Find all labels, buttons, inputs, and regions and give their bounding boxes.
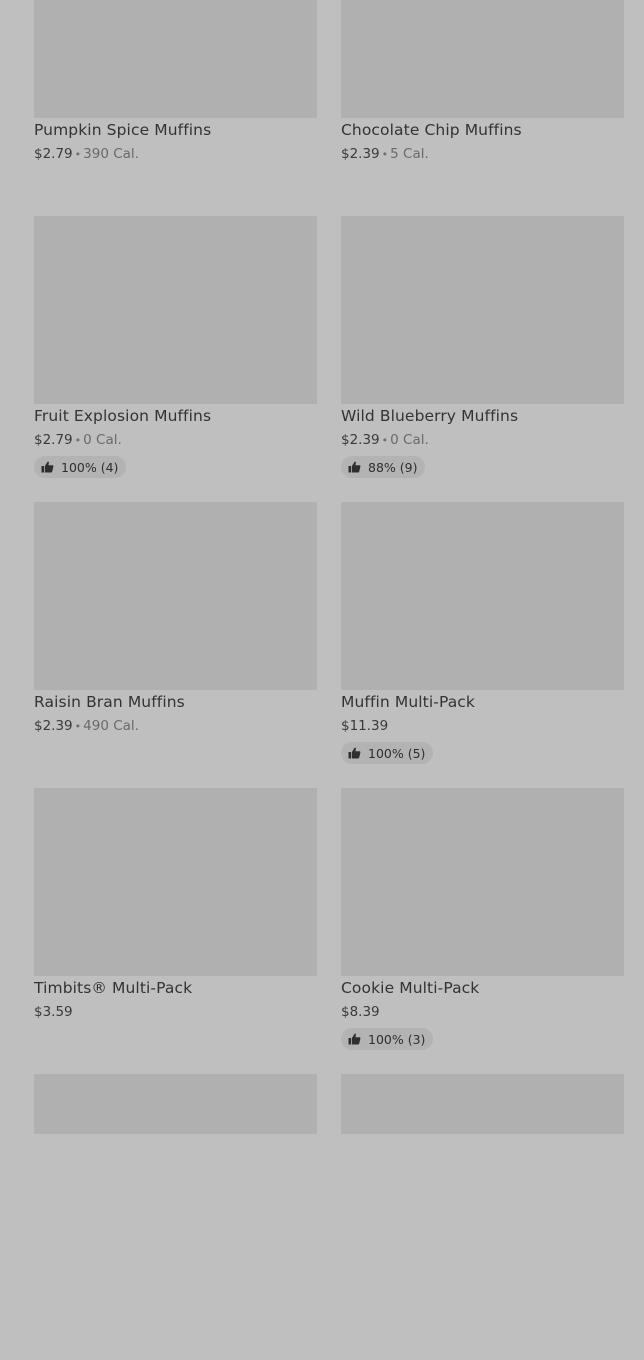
product-card[interactable]: [34, 1074, 317, 1360]
product-name[interactable]: Raisin Bran Muffins: [34, 693, 185, 711]
product-image[interactable]: [34, 0, 317, 118]
product-name[interactable]: Muffin Multi-Pack: [341, 693, 475, 711]
product-calories: 0 Cal.: [390, 432, 429, 448]
product-image[interactable]: [341, 0, 624, 118]
meta-separator: •: [74, 720, 82, 733]
rating-text: 100% (5): [368, 745, 426, 761]
product-price: $2.39: [34, 718, 73, 734]
product-name[interactable]: Chocolate Chip Muffins: [341, 121, 522, 139]
product-meta: $2.79 • 390 Cal.: [34, 146, 139, 162]
product-image[interactable]: [34, 216, 317, 404]
product-calories: 5 Cal.: [390, 146, 429, 162]
product-image[interactable]: [341, 502, 624, 690]
product-card[interactable]: Muffin Multi-Pack $11.39 100% (5): [341, 502, 624, 788]
product-card[interactable]: Wild Blueberry Muffins $2.39 • 0 Cal. 88% (9…: [341, 216, 624, 502]
meta-separator: •: [381, 434, 389, 447]
rating-badge: 100% (4): [34, 456, 127, 478]
product-calories: 0 Cal.: [83, 432, 122, 448]
product-meta: $11.39: [341, 718, 388, 734]
product-price: $8.39: [341, 1004, 380, 1020]
product-name[interactable]: Timbits® Multi-Pack: [34, 979, 192, 997]
meta-separator: •: [74, 148, 82, 161]
product-name[interactable]: Cookie Multi-Pack: [341, 979, 479, 997]
rating-badge: 100% (3): [341, 1028, 434, 1050]
product-price: $2.39: [341, 432, 380, 448]
product-card[interactable]: Cookie Multi-Pack $8.39 100% (3): [341, 788, 624, 1074]
product-name[interactable]: Wild Blueberry Muffins: [341, 407, 518, 425]
product-card[interactable]: Raisin Bran Muffins $2.39 • 490 Cal.: [34, 502, 317, 788]
product-card[interactable]: Fruit Explosion Muffins $2.79 • 0 Cal. 100% …: [34, 216, 317, 502]
product-image[interactable]: [34, 502, 317, 690]
product-image[interactable]: [34, 788, 317, 976]
product-meta: $2.79 • 0 Cal.: [34, 432, 122, 448]
product-meta: $2.39 • 490 Cal.: [34, 718, 139, 734]
product-card[interactable]: Pumpkin Spice Muffins $2.79 • 390 Cal.: [34, 0, 317, 216]
rating-text: 100% (3): [368, 1031, 426, 1047]
product-meta: $2.39 • 5 Cal.: [341, 146, 429, 162]
product-image[interactable]: [341, 1074, 624, 1134]
product-calories: 390 Cal.: [83, 146, 139, 162]
product-name[interactable]: Pumpkin Spice Muffins: [34, 121, 211, 139]
product-price: $2.79: [34, 432, 73, 448]
product-meta: $2.39 • 0 Cal.: [341, 432, 429, 448]
rating-text: 88% (9): [368, 459, 418, 475]
rating-text: 100% (4): [61, 459, 119, 475]
product-image[interactable]: [341, 216, 624, 404]
product-price: $11.39: [341, 718, 389, 734]
product-grid: Pumpkin Spice Muffins $2.79 • 390 Cal. Choco…: [34, 0, 624, 1360]
product-meta: $8.39: [341, 1004, 380, 1020]
product-card[interactable]: Timbits® Multi-Pack $3.59: [34, 788, 317, 1074]
product-calories: 490 Cal.: [83, 718, 139, 734]
thumbs-up-icon: [348, 461, 361, 473]
product-card[interactable]: Chocolate Chip Muffins $2.39 • 5 Cal.: [341, 0, 624, 216]
rating-badge: 100% (5): [341, 742, 434, 764]
meta-separator: •: [381, 148, 389, 161]
product-name[interactable]: Fruit Explosion Muffins: [34, 407, 211, 425]
product-image[interactable]: [34, 1074, 317, 1134]
thumbs-up-icon: [41, 461, 54, 473]
product-price: $2.39: [341, 146, 380, 162]
rating-badge: 88% (9): [341, 456, 426, 478]
product-meta: $3.59: [34, 1004, 73, 1020]
product-image[interactable]: [341, 788, 624, 976]
thumbs-up-icon: [348, 747, 361, 759]
thumbs-up-icon: [348, 1033, 361, 1045]
meta-separator: •: [74, 434, 82, 447]
product-card[interactable]: [341, 1074, 624, 1360]
product-price: $3.59: [34, 1004, 73, 1020]
product-price: $2.79: [34, 146, 73, 162]
